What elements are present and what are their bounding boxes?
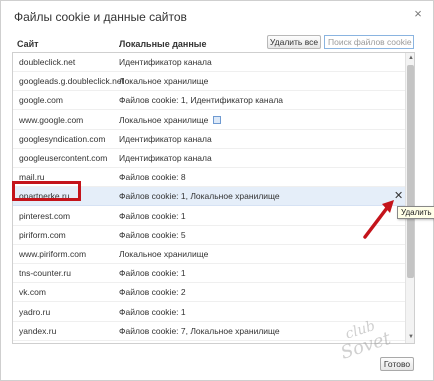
list-item[interactable]: googlesyndication.com Идентификатор канал… (13, 130, 405, 149)
done-button[interactable]: Готово (380, 357, 414, 371)
local-data-text: Идентификатор канала (119, 133, 212, 144)
delete-row-icon[interactable]: ✕ (394, 190, 403, 202)
list-item[interactable]: vk.com Файлов cookie: 2 (13, 283, 405, 303)
local-data-text: Локальное хранилище (119, 114, 209, 125)
scroll-up-arrow-icon[interactable]: ▲ (407, 54, 414, 63)
local-data-text: Файлов cookie: 5 (119, 229, 186, 240)
site-name: tns-counter.ru (19, 268, 71, 279)
column-header-local-data: Локальные данные (119, 39, 207, 49)
local-data-text: Локальное хранилище (119, 249, 209, 259)
list-item[interactable]: doubleclick.net Идентификатор канала (13, 53, 405, 72)
local-data-text: Файлов cookie: 1 (119, 210, 186, 221)
local-data-text: Файлов cookie: 8 (119, 172, 186, 183)
site-name: vk.com (19, 287, 46, 298)
site-name: googlesyndication.com (19, 133, 106, 144)
dialog-title: Файлы cookie и данные сайтов (14, 10, 187, 24)
scrollbar[interactable]: ▲ ▼ (405, 53, 414, 343)
local-data-text: Идентификатор канала (119, 153, 212, 163)
list-item[interactable]: piriform.com Файлов cookie: 5 (13, 226, 405, 245)
local-data-text: Файлов cookie: 1 (119, 306, 186, 317)
site-name: yadro.ru (19, 306, 51, 317)
cookies-dialog: Файлы cookie и данные сайтов × Сайт Лока… (0, 0, 434, 381)
delete-tooltip: Удалить (397, 206, 434, 219)
site-name: yandex.ru (19, 325, 57, 336)
list-item[interactable]: yandex.ru Файлов cookie: 7, Локальное хра… (13, 322, 405, 341)
local-data-text: Файлов cookie: 2 (119, 287, 186, 298)
site-name: pinterest.com (19, 210, 71, 221)
local-data-text: Локальное хранилище (119, 76, 209, 87)
search-cookies-input[interactable] (324, 35, 414, 49)
list-item[interactable]: tns-counter.ru Файлов cookie: 1 (13, 264, 405, 284)
list-item[interactable]: kiks.yandex.ruДанные Flash (13, 341, 405, 343)
storage-icon[interactable] (213, 115, 221, 124)
list-item[interactable]: yadro.ru Файлов cookie: 1 (13, 303, 405, 322)
site-name: www.google.com (19, 114, 84, 125)
list-item[interactable]: www.google.com Локальное хранилище (13, 111, 405, 130)
delete-all-button[interactable]: Удалить все (267, 35, 321, 49)
site-name: doubleclick.net (19, 57, 76, 67)
list-item[interactable]: google.com Файлов cookie: 1, Идентификато… (13, 91, 405, 111)
list-item[interactable]: googleusercontent.com Идентификатор канал… (13, 149, 405, 168)
site-name: googleusercontent.com (19, 153, 108, 163)
local-data-text: Файлов cookie: 1 (119, 268, 186, 279)
close-icon[interactable]: × (411, 7, 425, 21)
site-name: google.com (19, 95, 63, 106)
site-name: piriform.com (19, 229, 66, 240)
column-header-site: Сайт (17, 39, 39, 49)
local-data-text: Файлов cookie: 7, Локальное хранилище (119, 325, 280, 336)
scroll-thumb[interactable] (407, 65, 414, 278)
list-item[interactable]: www.piriform.com Локальное хранилище (13, 245, 405, 264)
site-name: googleads.g.doubleclick.net (19, 76, 124, 87)
local-data-text: Файлов cookie: 1, Локальное хранилище (119, 191, 280, 202)
site-highlight-box (12, 181, 81, 201)
list-item[interactable]: pinterest.com Файлов cookie: 1 (13, 207, 405, 226)
scroll-down-arrow-icon[interactable]: ▼ (407, 333, 414, 342)
local-data-text: Идентификатор канала (119, 57, 212, 67)
site-name: www.piriform.com (19, 249, 87, 259)
list-item[interactable]: googleads.g.doubleclick.net Локальное хра… (13, 72, 405, 92)
local-data-text: Файлов cookie: 1, Идентификатор канала (119, 95, 284, 106)
